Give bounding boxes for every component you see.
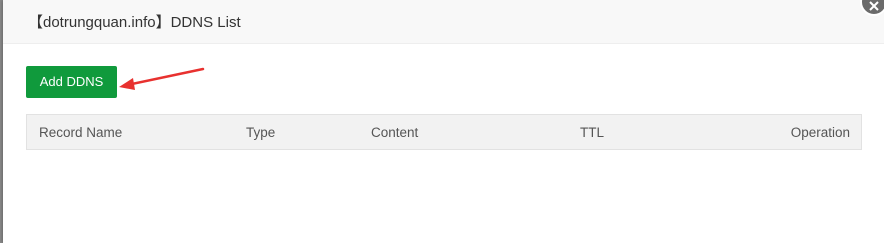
- ddns-table-header: Record Name Type Content TTL Operation: [26, 114, 862, 150]
- column-header-type: Type: [246, 125, 276, 140]
- column-header-ttl: TTL: [580, 125, 605, 140]
- dialog-header: 【dotrungquan.info】DDNS List: [3, 0, 884, 44]
- column-header-content: Content: [371, 125, 419, 140]
- close-icon: [869, 1, 879, 11]
- dialog-title: 【dotrungquan.info】DDNS List: [28, 14, 241, 31]
- add-ddns-button[interactable]: Add DDNS: [26, 66, 117, 98]
- ddns-list-dialog: 【dotrungquan.info】DDNS List Add DDNS Rec…: [3, 0, 884, 243]
- annotation-arrow-icon: [119, 67, 205, 90]
- column-header-operation: Operation: [790, 125, 850, 140]
- column-header-record-name: Record Name: [39, 125, 123, 140]
